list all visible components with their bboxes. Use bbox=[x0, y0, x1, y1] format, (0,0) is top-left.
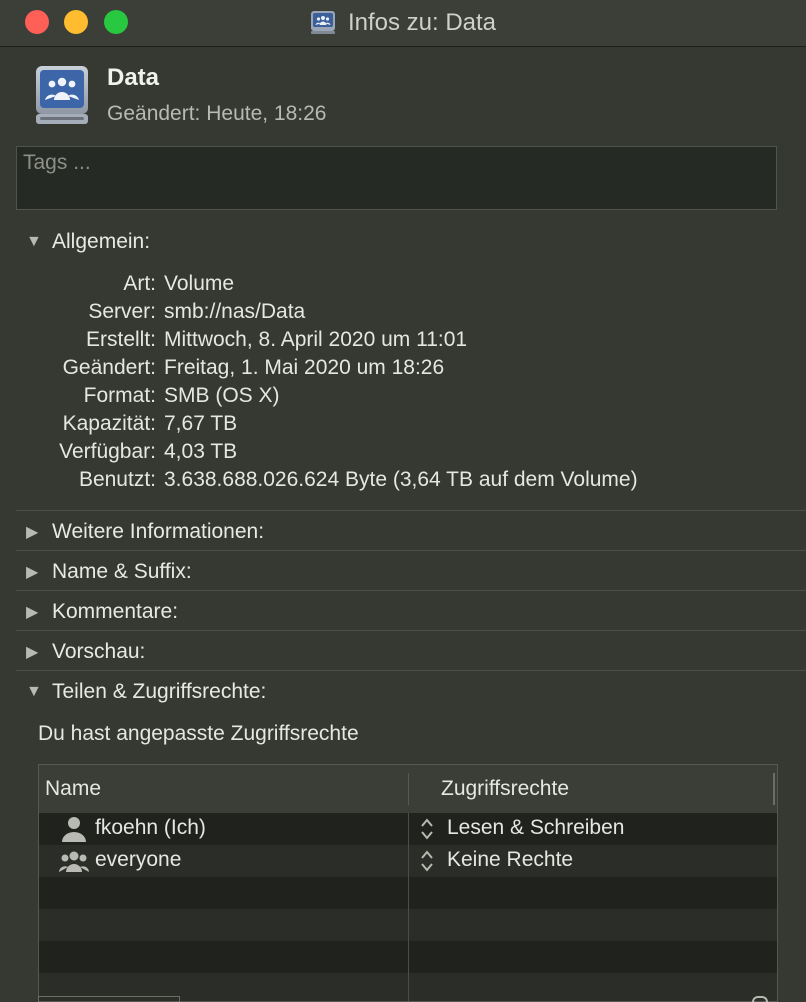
empty-row bbox=[39, 941, 777, 973]
section-sharing-title: Teilen & Zugriffsrechte: bbox=[52, 680, 267, 703]
column-header-rights[interactable]: Zugriffsrechte bbox=[441, 777, 569, 801]
permission-popup[interactable]: Keine Rechte bbox=[447, 848, 573, 872]
column-divider bbox=[408, 973, 409, 1001]
column-header-name[interactable]: Name bbox=[45, 777, 101, 801]
popup-stepper-icon[interactable] bbox=[419, 816, 435, 842]
info-value: Mittwoch, 8. April 2020 um 11:01 bbox=[164, 328, 468, 351]
disclosure-collapsed-icon: ▶ bbox=[26, 644, 39, 661]
divider bbox=[16, 510, 806, 511]
info-value: Freitag, 1. Mai 2020 um 18:26 bbox=[164, 356, 445, 379]
info-value: 7,67 TB bbox=[164, 412, 238, 435]
tags-field[interactable]: Tags ... bbox=[16, 146, 777, 210]
section-more-info-title: Weitere Informationen: bbox=[52, 520, 265, 543]
info-label: Format: bbox=[83, 384, 156, 407]
table-header: Name Zugriffsrechte bbox=[39, 765, 777, 814]
info-row: Erstellt: Mittwoch, 8. April 2020 um 11:… bbox=[0, 328, 806, 356]
disclosure-expanded-icon: ▼ bbox=[26, 233, 42, 250]
section-name-suffix-title: Name & Suffix: bbox=[52, 560, 192, 583]
table-row[interactable]: fkoehn (Ich) Lesen & Schreiben bbox=[39, 813, 777, 845]
info-row: Verfügbar: 4,03 TB bbox=[0, 440, 806, 468]
action-gear-icon[interactable] bbox=[752, 996, 768, 1002]
permissions-table: Name Zugriffsrechte fkoehn (Ich) Lesen &… bbox=[38, 764, 778, 1002]
info-row: Benutzt: 3.638.688.026.624 Byte (3,64 TB… bbox=[0, 468, 806, 496]
item-modified-date: Geändert: Heute, 18:26 bbox=[107, 102, 327, 125]
info-value: 4,03 TB bbox=[164, 440, 238, 463]
section-name-suffix[interactable]: ▶ Name & Suffix: bbox=[0, 552, 806, 592]
divider bbox=[16, 550, 806, 551]
network-volume-icon bbox=[36, 66, 88, 124]
column-divider bbox=[408, 813, 409, 845]
section-preview-title: Vorschau: bbox=[52, 640, 146, 663]
user-name: fkoehn (Ich) bbox=[95, 816, 206, 839]
tags-placeholder: Tags ... bbox=[23, 151, 91, 174]
info-label: Server: bbox=[88, 300, 156, 323]
info-row: Server: smb://nas/Data bbox=[0, 300, 806, 328]
info-row: Art: Volume bbox=[0, 272, 806, 300]
section-more-info[interactable]: ▶ Weitere Informationen: bbox=[0, 512, 806, 552]
group-icon bbox=[59, 851, 89, 872]
info-label: Kapazität: bbox=[62, 412, 156, 435]
info-row: Kapazität: 7,67 TB bbox=[0, 412, 806, 440]
user-icon bbox=[62, 817, 86, 842]
divider bbox=[16, 590, 806, 591]
section-comments[interactable]: ▶ Kommentare: bbox=[0, 592, 806, 632]
divider bbox=[16, 630, 806, 631]
empty-row bbox=[39, 909, 777, 941]
add-remove-buttons[interactable] bbox=[38, 996, 180, 1002]
info-row: Format: SMB (OS X) bbox=[0, 384, 806, 412]
info-value: 3.638.688.026.624 Byte (3,64 TB auf dem … bbox=[164, 468, 638, 491]
window-title-area: Infos zu: Data bbox=[0, 0, 806, 46]
column-divider bbox=[408, 877, 409, 909]
table-row[interactable]: everyone Keine Rechte bbox=[39, 845, 777, 877]
sharing-description: Du hast angepasste Zugriffsrechte bbox=[38, 722, 359, 745]
disclosure-expanded-icon: ▼ bbox=[26, 683, 42, 700]
network-volume-icon bbox=[310, 11, 335, 34]
info-value: smb://nas/Data bbox=[164, 300, 306, 323]
item-name: Data bbox=[107, 64, 160, 91]
info-label: Verfügbar: bbox=[59, 440, 156, 463]
empty-row bbox=[39, 877, 777, 909]
disclosure-collapsed-icon: ▶ bbox=[26, 564, 39, 581]
section-general-title: Allgemein: bbox=[52, 230, 151, 253]
info-label: Erstellt: bbox=[85, 328, 156, 351]
info-label: Art: bbox=[123, 272, 156, 295]
disclosure-collapsed-icon: ▶ bbox=[26, 604, 39, 621]
column-divider bbox=[773, 773, 775, 805]
section-general[interactable]: ▼ Allgemein: bbox=[0, 222, 806, 262]
column-divider[interactable] bbox=[408, 773, 409, 805]
popup-stepper-icon[interactable] bbox=[419, 848, 435, 874]
info-label: Benutzt: bbox=[78, 468, 156, 491]
user-name: everyone bbox=[95, 848, 182, 871]
section-comments-title: Kommentare: bbox=[52, 600, 179, 623]
info-value: SMB (OS X) bbox=[164, 384, 280, 407]
permission-popup[interactable]: Lesen & Schreiben bbox=[447, 816, 624, 840]
info-label: Geändert: bbox=[62, 356, 156, 379]
column-divider bbox=[408, 941, 409, 973]
section-preview[interactable]: ▶ Vorschau: bbox=[0, 632, 806, 672]
disclosure-collapsed-icon: ▶ bbox=[26, 524, 39, 541]
window-title: Infos zu: Data bbox=[347, 9, 497, 36]
info-row: Geändert: Freitag, 1. Mai 2020 um 18:26 bbox=[0, 356, 806, 384]
divider bbox=[16, 670, 806, 671]
title-bar: Infos zu: Data bbox=[0, 0, 806, 47]
column-divider bbox=[408, 845, 409, 877]
section-sharing[interactable]: ▼ Teilen & Zugriffsrechte: bbox=[0, 672, 806, 712]
info-value: Volume bbox=[164, 272, 235, 295]
column-divider bbox=[408, 909, 409, 941]
